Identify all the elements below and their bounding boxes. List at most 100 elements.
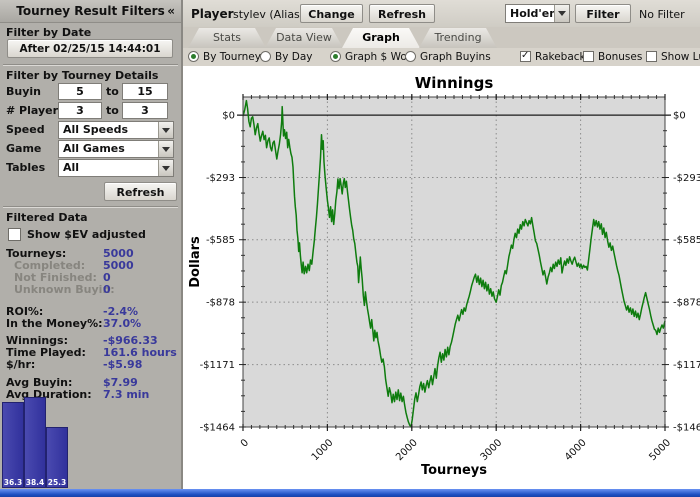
filter-status: No Filter	[639, 8, 685, 21]
y-tick-label: $0	[222, 111, 235, 122]
bottom-window-strip	[0, 489, 700, 497]
refresh-button[interactable]: Refresh	[369, 4, 435, 23]
histogram-bar-label: 36.3	[3, 478, 23, 487]
rakeback-option[interactable]: Rakeback	[520, 50, 586, 64]
filter-button[interactable]: Filter ▼	[575, 4, 631, 37]
winnings-line-chart-svg: $0 $0 -$293 -$293 -$585 -$585 -$878 -$878 -$1171…	[188, 74, 700, 478]
chevron-down-icon[interactable]	[158, 141, 173, 157]
graph-won-option[interactable]: Graph $ Won	[330, 51, 413, 64]
tab-trending[interactable]: Trending	[419, 28, 497, 48]
histogram-bar-label: 25.3	[47, 478, 67, 487]
y-tick-label: $0	[673, 111, 686, 122]
chevron-down-icon[interactable]	[554, 5, 569, 22]
game-type-select[interactable]: Hold'em	[505, 4, 570, 23]
y-tick-label: -$293	[206, 173, 235, 184]
players-to-input[interactable]: 3	[122, 102, 168, 119]
player-label: Player	[191, 7, 234, 21]
y-tick-label: -$1171	[673, 360, 700, 371]
divider	[3, 206, 178, 208]
game-label: Game	[6, 142, 42, 155]
game-select[interactable]: All Games	[58, 140, 174, 158]
histogram-bar: 36.3	[2, 402, 24, 488]
checkbox-icon[interactable]	[583, 51, 594, 62]
plot-area	[243, 97, 665, 427]
tab-dataview[interactable]: Data View	[265, 28, 343, 48]
stat-row-avg-buyin: Avg Buyin: $7.99	[6, 376, 138, 389]
tables-label: Tables	[6, 161, 46, 174]
chevron-down-icon[interactable]	[158, 160, 173, 176]
speed-select[interactable]: All Speeds	[58, 121, 174, 139]
show-luck-option[interactable]: Show Luck Ad	[646, 51, 700, 64]
stat-row-tourneys: Tourneys: 5000	[6, 247, 134, 260]
app-window: Tourney Result Filters « Filter by Date …	[0, 0, 700, 497]
stat-row-completed: Completed: 5000	[14, 259, 134, 272]
sidebar-refresh-button[interactable]: Refresh	[104, 182, 177, 201]
show-ev-label: Show $EV adjusted	[27, 228, 146, 241]
x-tick-label: 0	[239, 437, 251, 449]
divider	[3, 64, 178, 66]
histogram-bar-label: 38.4	[25, 478, 45, 487]
buyin-label: Buyin	[6, 85, 41, 98]
chevron-down-icon[interactable]	[158, 122, 173, 138]
players-from-input[interactable]: 3	[58, 102, 102, 119]
filtered-data-header: Filtered Data	[6, 211, 88, 224]
histogram-bar: 38.4	[24, 397, 46, 488]
y-axis-title: Dollars	[188, 236, 203, 288]
buyin-from-input[interactable]: 5	[58, 83, 102, 100]
date-filter-button[interactable]: After 02/25/15 14:44:01	[7, 39, 173, 58]
sidebar-title: Tourney Result Filters	[16, 4, 165, 18]
buyin-to-input[interactable]: 15	[122, 83, 168, 100]
radio-icon[interactable]	[405, 51, 416, 62]
chart-title: Winnings	[415, 74, 494, 92]
stat-row-itm: In the Money%: 37.0%	[6, 317, 142, 330]
radio-icon[interactable]	[188, 51, 199, 62]
tab-graph[interactable]: Graph	[342, 28, 420, 48]
tab-bar: Stats Data View Graph Trending	[183, 27, 700, 49]
change-player-button[interactable]: Change ▼	[300, 4, 363, 37]
by-tourney-option[interactable]: By Tourney	[188, 51, 261, 64]
tab-stats[interactable]: Stats	[188, 28, 266, 48]
x-tick-label: 1000	[310, 437, 336, 463]
graph-options-row: By Tourney By Day Graph $ Won Graph Buyi…	[183, 48, 700, 67]
y-tick-label: -$585	[673, 235, 700, 246]
x-axis-title: Tourneys	[421, 463, 487, 478]
checkbox-icon[interactable]	[646, 51, 657, 62]
by-day-option[interactable]: By Day	[260, 51, 313, 64]
tables-select[interactable]: All	[58, 159, 174, 177]
y-tick-label: -$1464	[200, 423, 235, 434]
player-toolbar: Player stylev (Alias) Change ▼ Refresh H…	[183, 0, 700, 37]
y-tick-label: -$293	[673, 173, 700, 184]
filter-by-date-header: Filter by Date	[6, 26, 92, 39]
player-name: stylev (Alias)	[233, 8, 305, 21]
x-tick-label: 3000	[479, 437, 505, 463]
radio-icon[interactable]	[260, 51, 271, 62]
y-tick-label: -$1171	[200, 360, 235, 371]
stat-row-time-played: Time Played: 161.6 hours	[6, 346, 177, 359]
show-ev-checkbox[interactable]	[8, 228, 21, 241]
buyin-to-word: to	[106, 85, 119, 98]
y-tick-label: -$878	[206, 298, 235, 309]
bonuses-option[interactable]: Bonuses	[583, 51, 642, 64]
filter-by-details-header: Filter by Tourney Details	[6, 69, 159, 82]
players-to-word: to	[106, 104, 119, 117]
y-tick-label: -$585	[206, 235, 235, 246]
graph-buyins-option[interactable]: Graph Buyins	[405, 51, 491, 64]
stat-row-unknown-buyin: Unknown Buyin: 0	[14, 283, 115, 296]
stat-row-not-finished: Not Finished: 0	[14, 271, 111, 284]
x-tick-label: 5000	[647, 437, 673, 463]
collapse-sidebar-icon[interactable]: «	[167, 0, 175, 22]
filters-sidebar: Tourney Result Filters « Filter by Date …	[0, 0, 183, 489]
y-tick-label: -$1464	[673, 423, 700, 434]
stat-row-hourly: $/hr: -$5.98	[6, 358, 143, 371]
histogram-bar: 25.3	[46, 427, 68, 488]
winnings-chart: $0 $0 -$293 -$293 -$585 -$585 -$878 -$878 -$1171…	[183, 66, 700, 489]
y-tick-label: -$878	[673, 298, 700, 309]
stat-row-winnings: Winnings: -$966.33	[6, 334, 158, 347]
main-panel: Player stylev (Alias) Change ▼ Refresh H…	[183, 0, 700, 489]
checkbox-icon[interactable]	[520, 50, 531, 62]
x-tick-label: 2000	[394, 437, 420, 463]
speed-label: Speed	[6, 123, 45, 136]
x-tick-label: 4000	[563, 437, 589, 463]
radio-icon[interactable]	[330, 51, 341, 62]
stat-row-roi: ROI%: -2.4%	[6, 305, 139, 318]
